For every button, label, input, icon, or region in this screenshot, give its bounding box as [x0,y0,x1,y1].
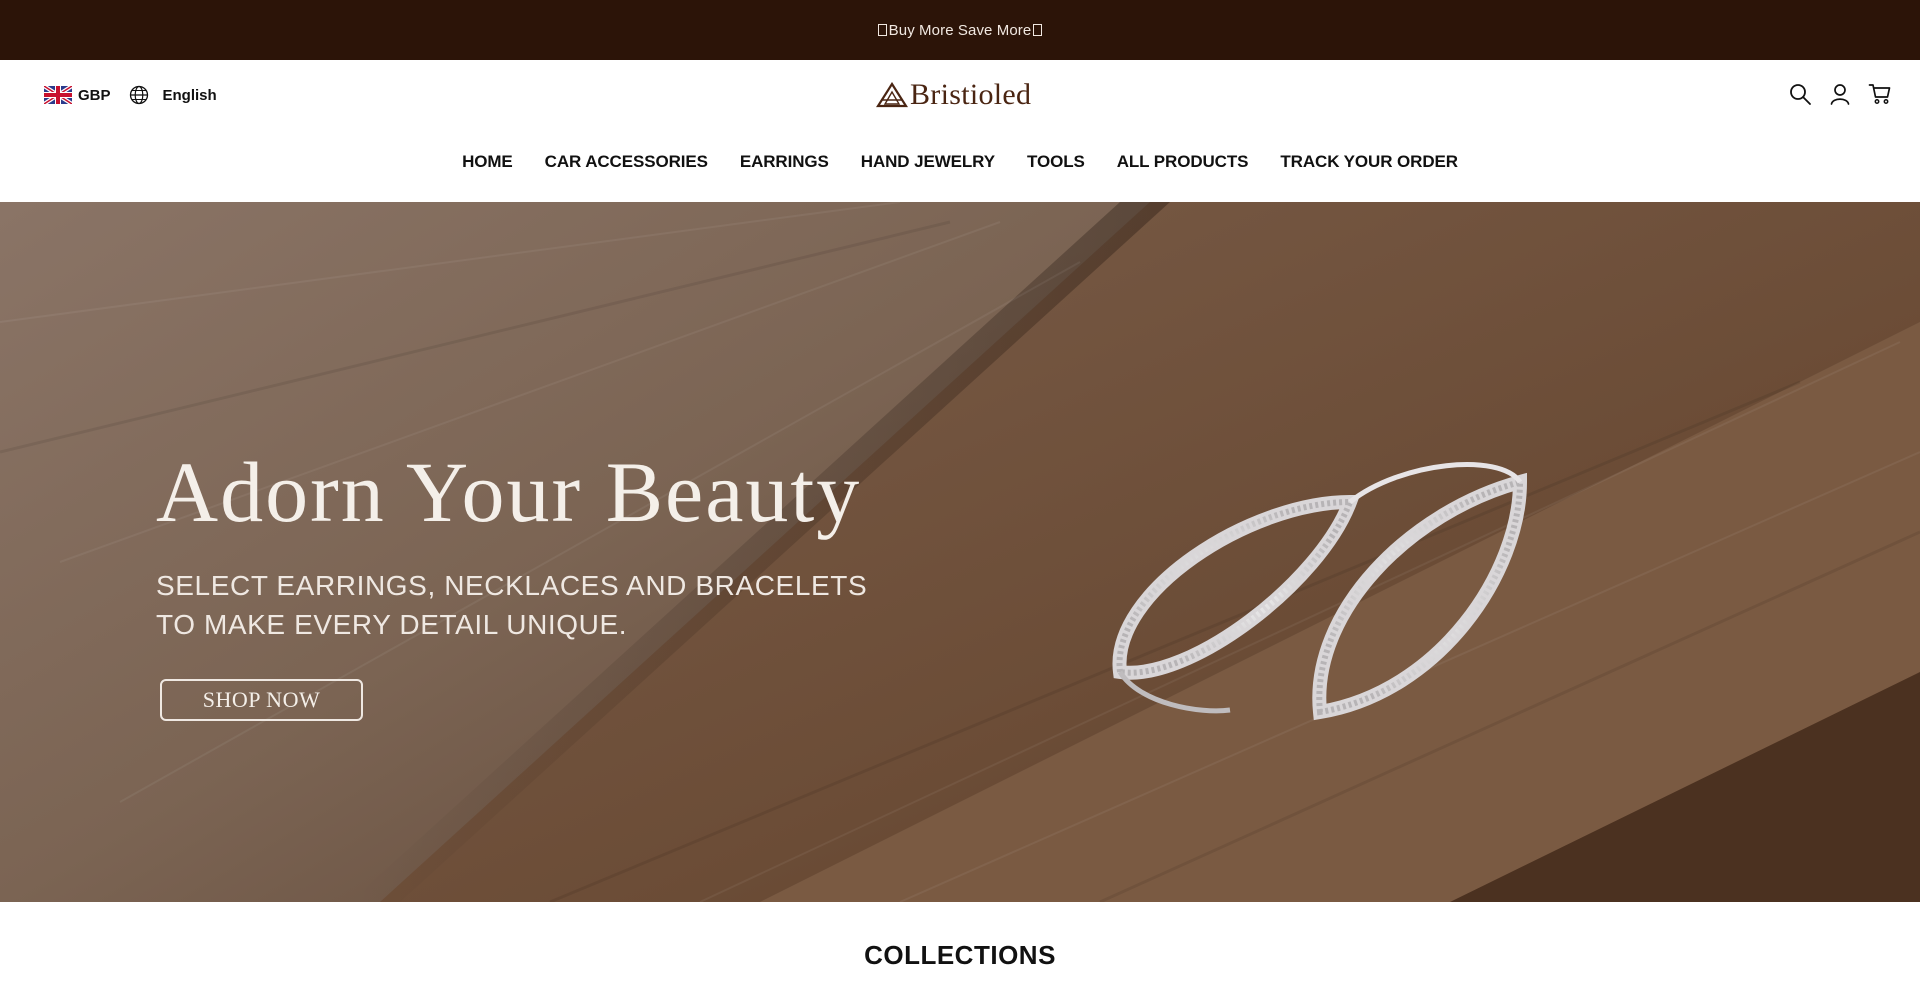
cart-icon [1868,84,1891,104]
gift-icon [1033,24,1043,36]
user-icon [1830,84,1850,105]
nav-item-home[interactable]: HOME [462,152,513,172]
globe-icon [129,85,148,105]
cart-button[interactable] [1868,82,1892,106]
collections-heading: COLLECTIONS [864,940,1056,970]
brand-name: Bristioled [910,78,1032,111]
hero-title: Adorn Your Beauty [156,444,862,540]
nav-item-hand-jewelry[interactable]: HAND JEWELRY [861,152,995,172]
language-selector[interactable]: English [163,87,217,104]
currency-selector[interactable]: GBP [78,87,111,104]
announcement-text: Buy More Save More [888,21,1032,39]
nav-item-car-accessories[interactable]: CAR ACCESSORIES [545,152,708,172]
hero-subtitle-line: SELECT EARRINGS, NECKLACES AND BRACELETS [156,570,868,601]
logo-mark-icon [876,82,908,108]
shop-now-button[interactable]: SHOP NOW [160,679,363,721]
nav-item-earrings[interactable]: EARRINGS [740,152,829,172]
nav-item-all-products[interactable]: ALL PRODUCTS [1117,152,1249,172]
nav-item-tools[interactable]: TOOLS [1027,152,1085,172]
hero-banner: Adorn Your Beauty SELECT EARRINGS, NECKL… [0,202,1920,902]
hero-subtitle-line: TO MAKE EVERY DETAIL UNIQUE. [156,609,628,640]
gift-icon [877,24,887,36]
nav-item-track-your-order[interactable]: TRACK YOUR ORDER [1280,152,1458,172]
wood-background-image [0,202,1920,902]
account-button[interactable] [1828,82,1852,106]
search-icon [1790,84,1811,105]
search-button[interactable] [1788,82,1812,106]
site-header: GBP English Bristioled HOME CAR ACCESSOR… [0,60,1920,202]
brand-logo[interactable]: Bristioled [876,78,1031,112]
main-navigation: HOME CAR ACCESSORIES EARRINGS HAND JEWEL… [0,152,1920,172]
announcement-bar: Buy More Save More [0,0,1920,60]
locale-selector: GBP English [44,85,217,105]
ring-product-image [1112,462,1528,721]
uk-flag-icon [44,86,72,104]
hero-subtitle: SELECT EARRINGS, NECKLACES AND BRACELETS… [156,566,916,644]
